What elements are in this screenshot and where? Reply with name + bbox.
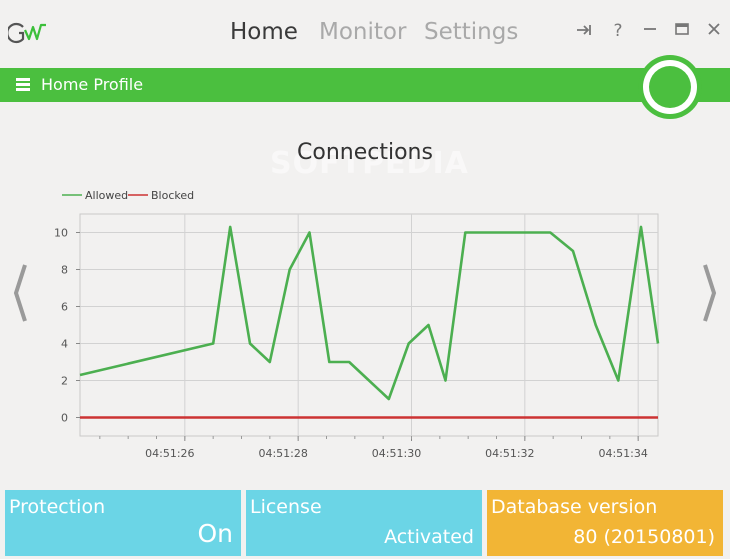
protection-tile[interactable]: Protection On [5, 490, 241, 556]
y-tick-label: 4 [61, 338, 68, 351]
close-icon[interactable] [702, 19, 726, 43]
x-tick-label: 04:51:28 [258, 447, 307, 460]
y-tick-label: 8 [61, 264, 68, 277]
x-tick-label: 04:51:34 [598, 447, 647, 460]
legend-label-blocked: Blocked [151, 189, 194, 202]
profile-bar: Home Profile [0, 68, 730, 102]
tab-monitor[interactable]: Monitor [319, 14, 406, 50]
legend-label-allowed: Allowed [85, 189, 128, 202]
database-value: 80 (20150801) [573, 526, 715, 548]
tab-home[interactable]: Home [230, 14, 298, 50]
profile-name[interactable]: Home Profile [41, 68, 143, 102]
license-value: Activated [384, 526, 474, 548]
help-icon[interactable]: ? [606, 19, 630, 43]
y-tick-label: 6 [61, 301, 68, 314]
pin-icon[interactable] [573, 19, 597, 43]
y-tick-label: 2 [61, 375, 68, 388]
connections-chart: 0 2 4 6 8 10 04:51:26 04:51:28 04:51:30 04:51:32 0… [54, 189, 660, 460]
x-tick-label: 04:51:30 [372, 447, 421, 460]
protection-value: On [197, 519, 233, 548]
minimize-icon[interactable] [638, 19, 662, 43]
protection-label: Protection [9, 496, 106, 518]
y-tick-label: 0 [61, 412, 68, 425]
database-label: Database version [491, 496, 658, 518]
y-tick-label: 10 [54, 227, 68, 240]
x-tick-label: 04:51:26 [145, 447, 194, 460]
top-bar: Home Monitor Settings ? [0, 0, 730, 68]
database-tile[interactable]: Database version 80 (20150801) [487, 490, 723, 556]
tab-settings[interactable]: Settings [424, 14, 518, 50]
maximize-icon[interactable] [670, 19, 694, 43]
protection-status-icon[interactable] [636, 53, 704, 121]
x-tick-label: 04:51:32 [485, 447, 534, 460]
license-label: License [250, 496, 322, 518]
menu-icon[interactable] [16, 78, 30, 91]
plot-area [79, 213, 659, 437]
gw-logo-icon [8, 22, 46, 44]
license-tile[interactable]: License Activated [246, 490, 482, 556]
chart-title: Connections [297, 140, 433, 165]
